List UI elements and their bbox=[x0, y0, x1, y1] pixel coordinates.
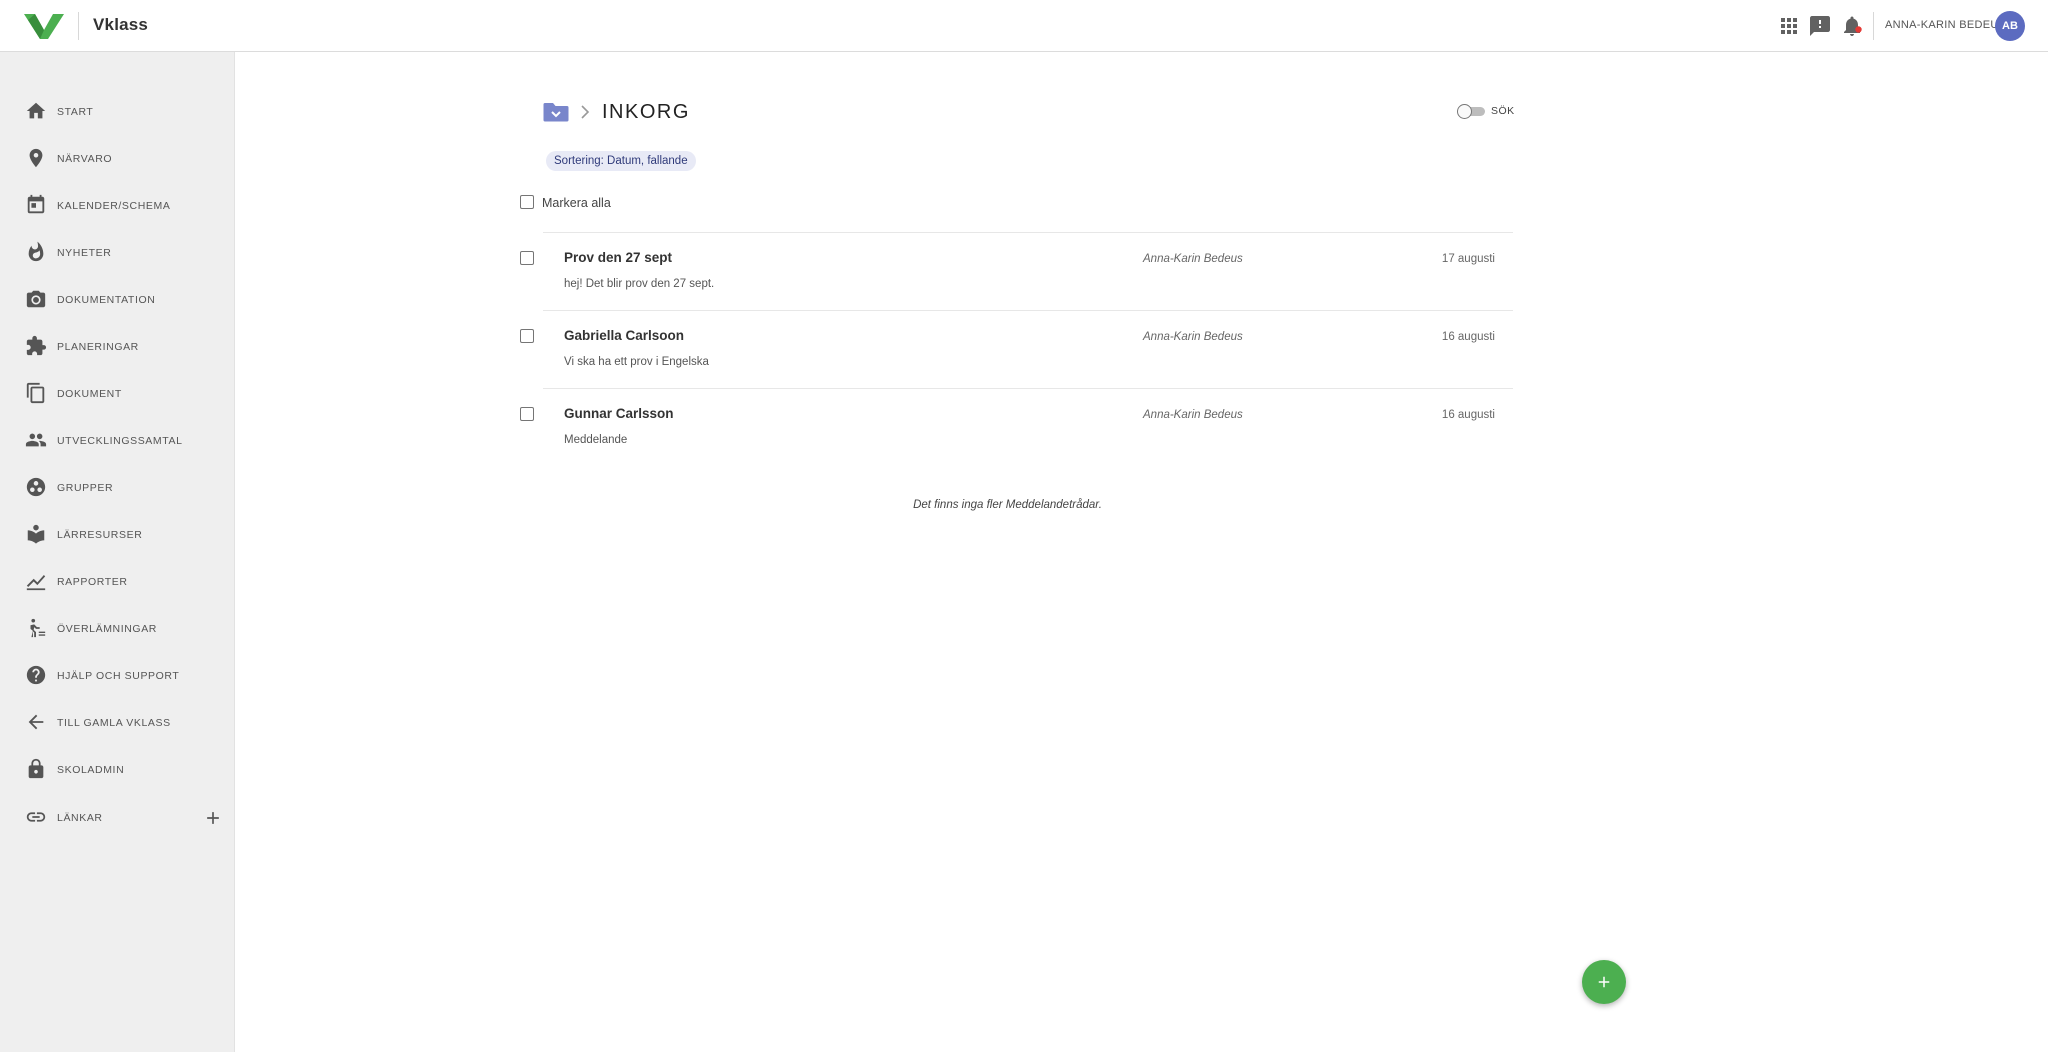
sidebar-item-nyheter[interactable]: NYHETER bbox=[0, 233, 235, 273]
message-subject: Gunnar Carlsson bbox=[564, 406, 674, 421]
sidebar-item-rapporter[interactable]: RAPPORTER bbox=[0, 562, 235, 602]
book-icon bbox=[25, 523, 47, 545]
sidebar-item-skoladmin[interactable]: SKOLADMIN bbox=[0, 750, 235, 790]
message-subject: Gabriella Carlsoon bbox=[564, 328, 685, 343]
user-name[interactable]: ANNA-KARIN BEDEUS bbox=[1885, 19, 2006, 31]
group-circle-icon bbox=[25, 476, 47, 498]
folder-icon[interactable] bbox=[543, 100, 569, 124]
no-more-messages-text: Det finns inga fler Meddelandetrådar. bbox=[913, 499, 1102, 511]
sidebar-item-label: RAPPORTER bbox=[57, 576, 128, 588]
chevron-right-icon bbox=[578, 104, 592, 120]
calendar-icon bbox=[25, 194, 47, 216]
sidebar-item-larresurser[interactable]: LÄRRESURSER bbox=[0, 515, 235, 555]
sidebar-item-gamla-vklass[interactable]: TILL GAMLA VKLASS bbox=[0, 703, 235, 743]
sidebar-item-dokument[interactable]: DOKUMENT bbox=[0, 374, 235, 414]
arrow-back-icon bbox=[25, 711, 47, 733]
sidebar-item-hjalp[interactable]: HJÄLP OCH SUPPORT bbox=[0, 656, 235, 696]
search-toggle[interactable] bbox=[1457, 103, 1485, 119]
camera-icon bbox=[25, 288, 47, 310]
home-icon bbox=[25, 100, 47, 122]
list-divider bbox=[543, 310, 1513, 311]
sidebar-item-planeringar[interactable]: PLANERINGAR bbox=[0, 327, 235, 367]
add-link-icon[interactable] bbox=[203, 808, 223, 828]
message-date: 16 augusti bbox=[1441, 331, 1495, 343]
message-checkbox[interactable] bbox=[520, 251, 534, 265]
plus-icon bbox=[1598, 976, 1610, 988]
logo-divider bbox=[78, 12, 79, 40]
avatar[interactable]: AB bbox=[1995, 11, 2025, 41]
message-row[interactable]: Prov den 27 sept Anna-Karin Bedeus 17 au… bbox=[515, 250, 1513, 326]
puzzle-icon bbox=[25, 335, 47, 357]
message-author: Anna-Karin Bedeus bbox=[1143, 409, 1243, 421]
sidebar-item-label: DOKUMENTATION bbox=[57, 294, 156, 306]
sidebar-item-narvaro[interactable]: NÄRVARO bbox=[0, 139, 235, 179]
people-icon bbox=[25, 429, 47, 451]
message-preview: hej! Det blir prov den 27 sept. bbox=[564, 278, 715, 290]
page-title: INKORG bbox=[602, 101, 690, 123]
new-message-button[interactable] bbox=[1582, 960, 1626, 1004]
brand-name: Vklass bbox=[93, 15, 149, 34]
sidebar-item-dokumentation[interactable]: DOKUMENTATION bbox=[0, 280, 235, 320]
sidebar-item-label: TILL GAMLA VKLASS bbox=[57, 717, 171, 729]
top-bar: Vklass ANNA-KARIN BEDEUS AB bbox=[0, 0, 2048, 52]
sidebar-item-kalender[interactable]: KALENDER/SCHEMA bbox=[0, 186, 235, 226]
sidebar-item-label: NÄRVARO bbox=[57, 153, 113, 165]
list-divider bbox=[543, 232, 1513, 233]
sidebar-item-label: SKOLADMIN bbox=[57, 764, 125, 776]
header-divider bbox=[1873, 12, 1874, 40]
handover-icon bbox=[25, 617, 47, 639]
message-date: 16 augusti bbox=[1441, 409, 1495, 421]
message-preview: Meddelande bbox=[564, 434, 628, 446]
sidebar-item-label: HJÄLP OCH SUPPORT bbox=[57, 670, 180, 682]
sidebar-item-label: ÖVERLÄMNINGAR bbox=[57, 623, 157, 635]
chart-line-icon bbox=[25, 570, 47, 592]
select-all-checkbox[interactable] bbox=[520, 195, 534, 209]
apps-icon[interactable] bbox=[1777, 14, 1801, 38]
location-pin-icon bbox=[25, 147, 47, 169]
sidebar-item-overlamningar[interactable]: ÖVERLÄMNINGAR bbox=[0, 609, 235, 649]
message-subject: Prov den 27 sept bbox=[564, 250, 673, 265]
message-preview: Vi ska ha ett prov i Engelska bbox=[564, 356, 709, 368]
search-toggle-label: SÖK bbox=[1491, 105, 1515, 117]
sidebar-item-label: LÄRRESURSER bbox=[57, 529, 143, 541]
sidebar-item-start[interactable]: START bbox=[0, 92, 235, 132]
feedback-icon[interactable] bbox=[1808, 14, 1832, 38]
notifications-icon[interactable] bbox=[1840, 14, 1864, 38]
message-row[interactable]: Gunnar Carlsson Anna-Karin Bedeus 16 aug… bbox=[515, 406, 1513, 482]
sidebar-item-label: GRUPPER bbox=[57, 482, 114, 494]
message-checkbox[interactable] bbox=[520, 407, 534, 421]
sidebar-item-label: UTVECKLINGSSAMTAL bbox=[57, 435, 183, 447]
message-author: Anna-Karin Bedeus bbox=[1143, 253, 1243, 265]
help-icon bbox=[25, 664, 47, 686]
sidebar-item-label: PLANERINGAR bbox=[57, 341, 139, 353]
message-date: 17 augusti bbox=[1441, 253, 1495, 265]
vklass-logo-icon[interactable] bbox=[24, 12, 64, 40]
sidebar-item-label: KALENDER/SCHEMA bbox=[57, 200, 171, 212]
sidebar-item-utvecklingssamtal[interactable]: UTVECKLINGSSAMTAL bbox=[0, 421, 235, 461]
lock-icon bbox=[25, 758, 47, 780]
list-divider bbox=[543, 388, 1513, 389]
message-checkbox[interactable] bbox=[520, 329, 534, 343]
sidebar-item-label: DOKUMENT bbox=[57, 388, 122, 400]
link-icon bbox=[25, 806, 47, 828]
message-row[interactable]: Gabriella Carlsoon Anna-Karin Bedeus 16 … bbox=[515, 328, 1513, 404]
sidebar-item-label: START bbox=[57, 106, 94, 118]
sidebar-item-lankar[interactable]: LÄNKAR bbox=[0, 798, 235, 838]
sidebar: START NÄRVARO KALENDER/SCHEMA NYHETER DO… bbox=[0, 52, 235, 1052]
sidebar-item-label: LÄNKAR bbox=[57, 812, 103, 824]
copy-icon bbox=[25, 382, 47, 404]
sidebar-item-label: NYHETER bbox=[57, 247, 112, 259]
flame-icon bbox=[25, 241, 47, 263]
select-all-label: Markera alla bbox=[542, 196, 611, 210]
sort-chip[interactable]: Sortering: Datum, fallande bbox=[546, 151, 696, 171]
message-author: Anna-Karin Bedeus bbox=[1143, 331, 1243, 343]
